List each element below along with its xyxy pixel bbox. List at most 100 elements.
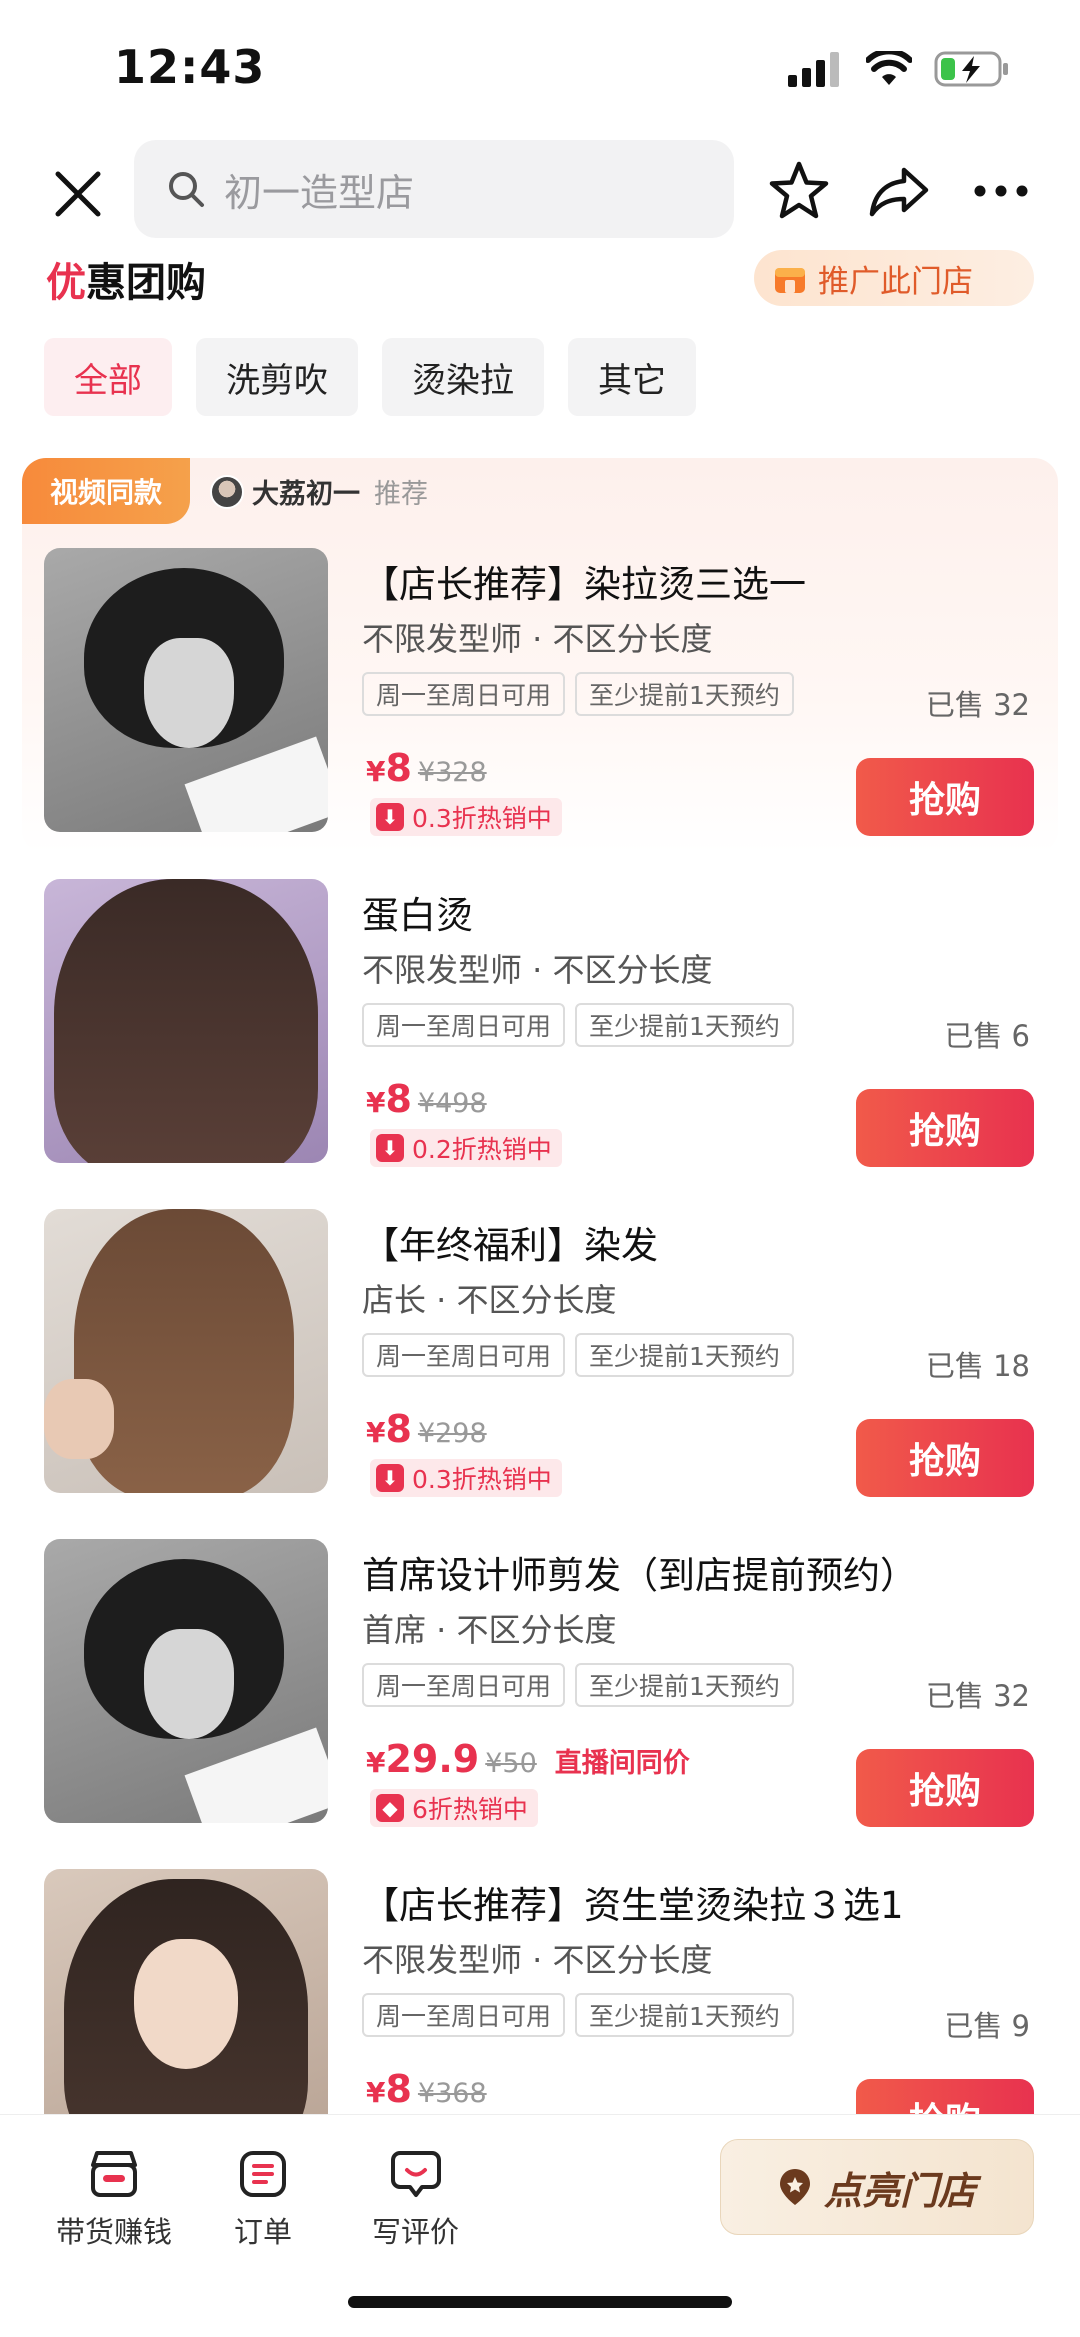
recommender-name: 大荔初一 (252, 479, 360, 510)
deal-subtitle: 店长 · 不区分长度 (362, 1281, 617, 1319)
tag-icon: ◆ (376, 1794, 404, 1822)
tab-orders-label: 订单 (234, 2215, 293, 2249)
light-up-store-button[interactable]: 点亮门店 (720, 2139, 1034, 2235)
price-row: ¥8 ¥298 (366, 1407, 487, 1451)
deal-tags: 周一至周日可用 至少提前1天预约 (362, 672, 794, 716)
deal-title: 【年终福利】染发 (362, 1224, 658, 1267)
deal-subtitle: 不限发型师 · 不区分长度 (362, 620, 713, 658)
recommender[interactable]: 大荔初一 推荐 (210, 472, 428, 511)
price-row: ¥29.9 ¥50 直播间同价 (366, 1737, 690, 1781)
deal-subtitle: 首席 · 不区分长度 (362, 1611, 617, 1649)
top-nav: 初一造型店 (0, 140, 1080, 252)
booking-tag: 至少提前1天预约 (575, 1993, 794, 2037)
signal-icon (788, 52, 839, 87)
deal-subtitle: 不限发型师 · 不区分长度 (362, 951, 713, 989)
tab-earn[interactable]: 带货赚钱 (56, 2149, 172, 2251)
promote-store-button[interactable]: 推广此门店 (754, 250, 1034, 306)
deal-thumbnail (44, 1209, 328, 1493)
deal-thumbnail (44, 1869, 328, 2153)
comment-icon (390, 2151, 441, 2197)
sold-count: 已售 6 (944, 1019, 1030, 1053)
status-time: 12:43 (114, 40, 266, 94)
booking-tag: 至少提前1天预约 (575, 672, 794, 716)
sold-count: 已售 32 (925, 1679, 1030, 1713)
booking-tag: 至少提前1天预约 (575, 1663, 794, 1707)
price-row: ¥8 ¥368 (366, 2067, 487, 2111)
buy-button[interactable]: 抢购 (856, 1419, 1034, 1497)
original-price: ¥328 (417, 757, 487, 788)
availability-tag: 周一至周日可用 (362, 672, 566, 716)
price: ¥29.9 (366, 1737, 480, 1781)
booking-tag: 至少提前1天预约 (575, 1333, 794, 1377)
deal-item[interactable]: 【年终福利】染发 店长 · 不区分长度 周一至周日可用 至少提前1天预约 已售 … (0, 1209, 1080, 1509)
buy-button[interactable]: 抢购 (856, 758, 1034, 836)
deal-title: 【店长推荐】资生堂烫染拉３选1 (362, 1884, 904, 1927)
recommender-avatar (210, 474, 244, 509)
tab-review-label: 写评价 (372, 2215, 460, 2249)
deal-title: 首席设计师剪发（到店提前预约） (362, 1554, 917, 1597)
tab-orders[interactable]: 订单 (234, 2149, 292, 2251)
sold-count: 已售 18 (925, 1349, 1030, 1383)
discount-badge: ⬇ 0.3折热销中 (370, 798, 562, 836)
promote-store-label: 推广此门店 (818, 263, 973, 300)
original-price: ¥368 (417, 2078, 487, 2109)
flame-icon: ⬇ (376, 1134, 404, 1162)
price: ¥8 (366, 2067, 412, 2111)
original-price: ¥298 (417, 1418, 487, 1449)
filter-chips: 全部 洗剪吹 烫染拉 其它 (44, 338, 696, 416)
booking-tag: 至少提前1天预约 (575, 1003, 794, 1047)
discount-badge: ⬇ 0.2折热销中 (370, 1129, 562, 1167)
order-icon (240, 2151, 286, 2197)
deal-thumbnail (44, 548, 328, 832)
deal-tags: 周一至周日可用 至少提前1天预约 (362, 1003, 794, 1047)
deal-tags: 周一至周日可用 至少提前1天预约 (362, 1993, 794, 2037)
price: ¥8 (366, 746, 412, 790)
availability-tag: 周一至周日可用 (362, 1993, 566, 2037)
discount-badge: ⬇ 0.3折热销中 (370, 1459, 562, 1497)
search-placeholder: 初一造型店 (224, 170, 415, 215)
deal-item[interactable]: 【店长推荐】染拉烫三选一 不限发型师 · 不区分长度 周一至周日可用 至少提前1… (0, 548, 1080, 848)
more-icon[interactable] (968, 158, 1034, 224)
recommender-tag: 推荐 (374, 479, 428, 510)
deal-item[interactable]: 首席设计师剪发（到店提前预约） 首席 · 不区分长度 周一至周日可用 至少提前1… (0, 1539, 1080, 1839)
tab-earn-label: 带货赚钱 (56, 2215, 173, 2249)
chip-perm-dye[interactable]: 烫染拉 (382, 338, 544, 416)
discount-badge: ◆ 6折热销中 (370, 1789, 538, 1827)
buy-button[interactable]: 抢购 (856, 1089, 1034, 1167)
battery-charging-icon (934, 51, 1008, 87)
price: ¥8 (366, 1077, 412, 1121)
live-price-note: 直播间同价 (554, 1748, 690, 1779)
original-price: ¥498 (417, 1088, 487, 1119)
search-input[interactable]: 初一造型店 (134, 140, 734, 238)
section-title: 优惠团购 (46, 260, 206, 306)
availability-tag: 周一至周日可用 (362, 1333, 566, 1377)
deal-thumbnail (44, 1539, 328, 1823)
deal-tags: 周一至周日可用 至少提前1天预约 (362, 1663, 794, 1707)
deal-title: 【店长推荐】染拉烫三选一 (362, 563, 806, 606)
light-up-store-label: 点亮门店 (823, 2168, 976, 2213)
deal-thumbnail (44, 879, 328, 1163)
price-row: ¥8 ¥328 (366, 746, 487, 790)
home-indicator (348, 2296, 732, 2308)
wifi-icon (866, 51, 912, 85)
star-icon[interactable] (766, 158, 832, 224)
store-icon (775, 268, 805, 293)
price-row: ¥8 ¥498 (366, 1077, 487, 1121)
deal-item[interactable]: 蛋白烫 不限发型师 · 不区分长度 周一至周日可用 至少提前1天预约 已售 6 … (0, 879, 1080, 1179)
deal-title: 蛋白烫 (362, 894, 473, 937)
status-bar: 12:43 (0, 0, 1080, 140)
tab-review[interactable]: 写评价 (372, 2149, 459, 2251)
close-icon[interactable] (48, 164, 108, 224)
location-pin-icon (779, 2169, 810, 2205)
flame-icon: ⬇ (376, 1464, 404, 1492)
status-icons (788, 50, 1010, 88)
chip-all[interactable]: 全部 (44, 338, 172, 416)
buy-button[interactable]: 抢购 (856, 1749, 1034, 1827)
sold-count: 已售 9 (944, 2009, 1030, 2043)
share-icon[interactable] (866, 158, 932, 224)
chip-other[interactable]: 其它 (568, 338, 696, 416)
flame-icon: ⬇ (376, 803, 404, 831)
price: ¥8 (366, 1407, 412, 1451)
availability-tag: 周一至周日可用 (362, 1663, 566, 1707)
chip-wash-cut-blow[interactable]: 洗剪吹 (196, 338, 358, 416)
